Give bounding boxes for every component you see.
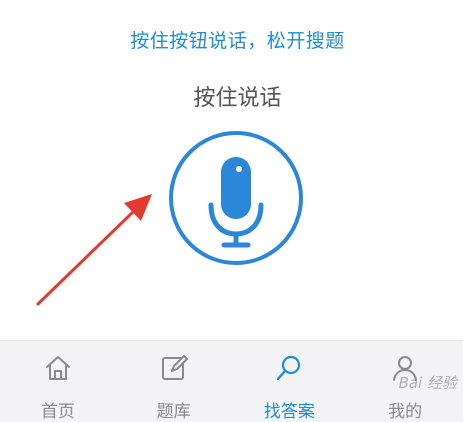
tab-profile-label: 我的 xyxy=(388,402,423,422)
user-icon xyxy=(390,353,420,383)
voice-search-screen: 按住按钮说话，松开搜题 按住说话 首页 题库 找答案 我的 Bai 经验 xyxy=(0,0,463,422)
search-icon xyxy=(274,353,304,383)
microphone-icon xyxy=(169,131,303,265)
voice-hint-text: 按住按钮说话，松开搜题 xyxy=(130,30,345,52)
tab-home[interactable]: 首页 xyxy=(0,341,116,422)
tab-profile[interactable]: 我的 xyxy=(347,341,463,422)
edit-icon xyxy=(159,353,189,383)
tab-question-bank-label: 题库 xyxy=(156,402,191,422)
tab-find-answers[interactable]: 找答案 xyxy=(232,341,348,422)
hold-to-speak-label: 按住说话 xyxy=(193,86,282,111)
tab-question-bank[interactable]: 题库 xyxy=(116,341,232,422)
hold-to-speak-button[interactable] xyxy=(166,128,306,268)
home-icon xyxy=(43,353,73,383)
tab-home-label: 首页 xyxy=(40,402,75,422)
tab-find-answers-label: 找答案 xyxy=(263,402,315,422)
bottom-tab-bar: 首页 题库 找答案 我的 xyxy=(0,340,463,422)
